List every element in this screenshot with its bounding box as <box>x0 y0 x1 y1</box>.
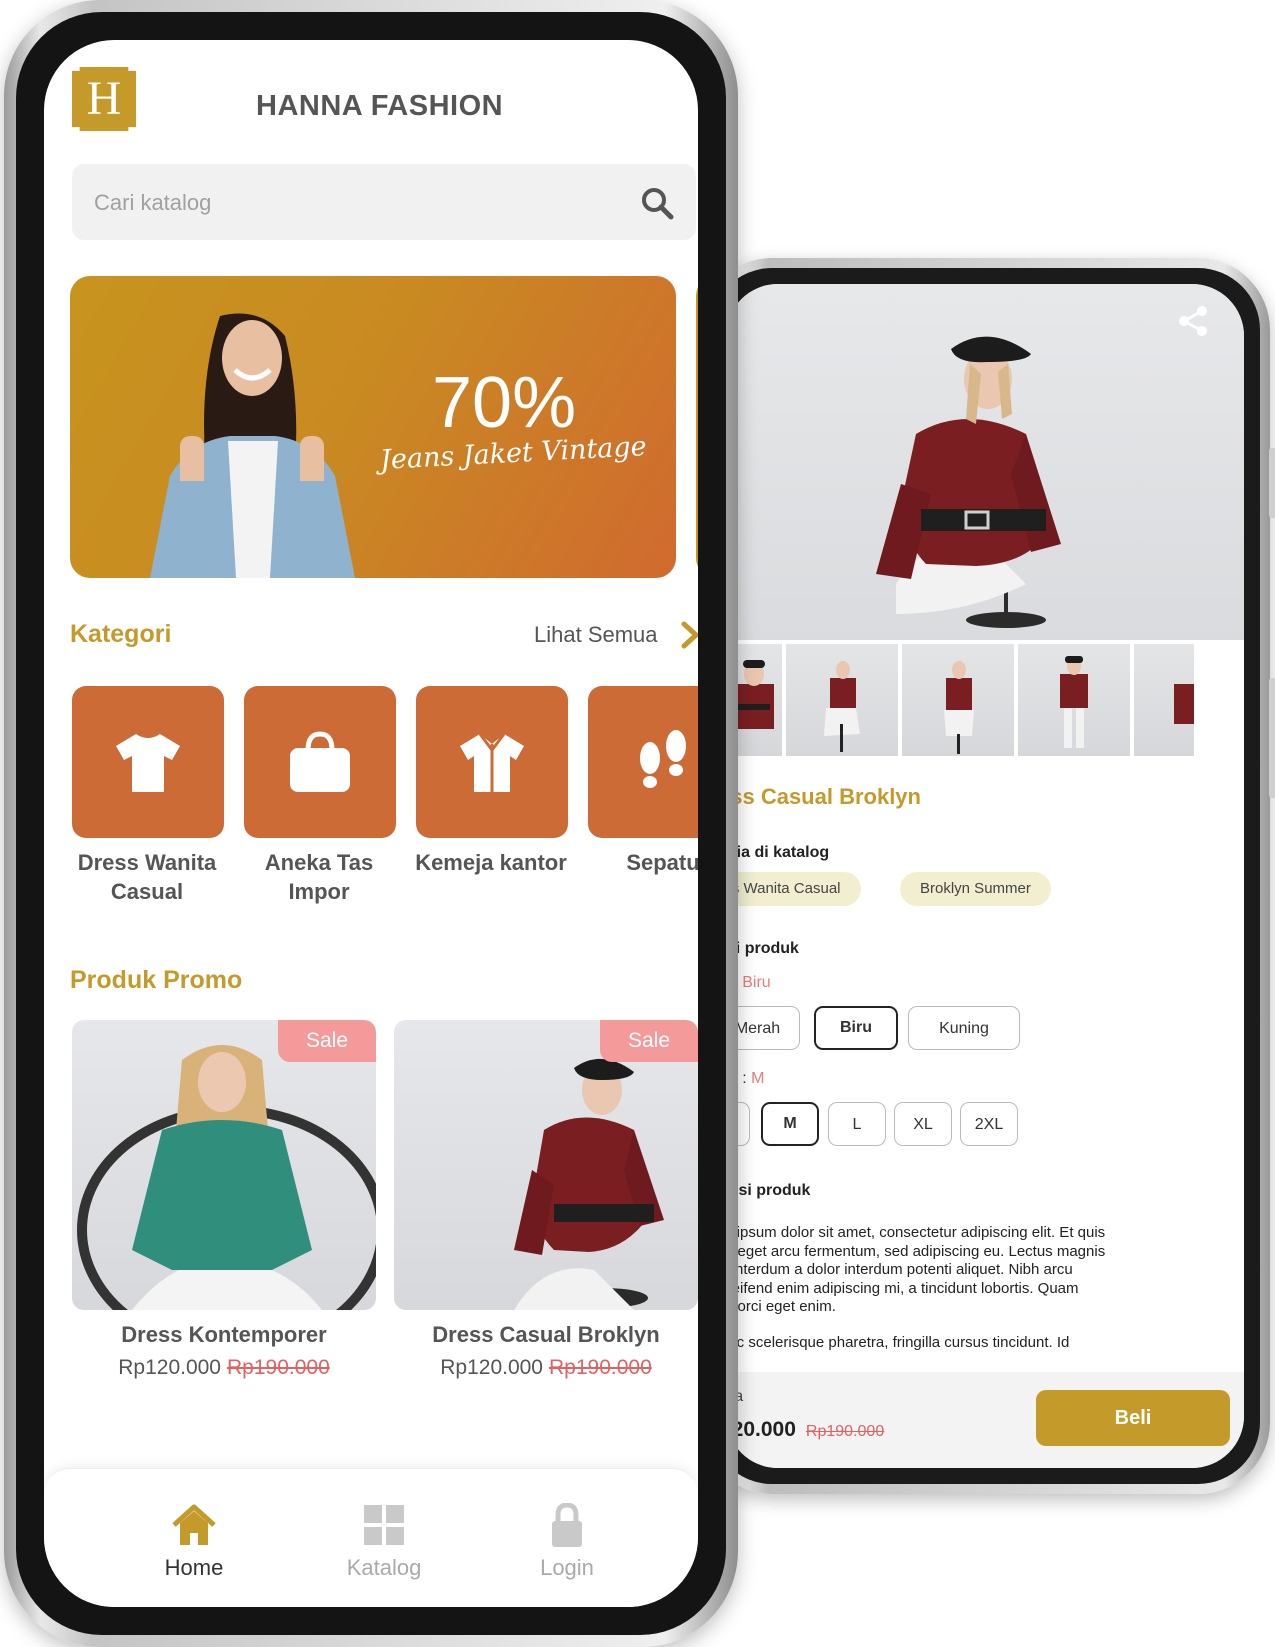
promo-banner[interactable]: 70% Jeans Jaket Vintage <box>70 276 676 578</box>
catalog-label: edia di katalog <box>726 844 830 861</box>
product-price: Rp120.000 Rp190.000 <box>72 1356 376 1380</box>
size-option-xl[interactable]: XL <box>894 1102 952 1146</box>
purchase-bar: rga 120.000Rp190.000 Beli <box>726 1372 1244 1468</box>
product-title: ess Casual Broklyn <box>726 784 921 809</box>
color-option-biru[interactable]: Biru <box>814 1006 898 1050</box>
category-tile-dress[interactable] <box>72 686 224 838</box>
banner-tagline: Jeans Jaket Vintage <box>379 431 648 476</box>
thumbnail[interactable] <box>1134 644 1194 756</box>
home-icon <box>172 1504 216 1545</box>
see-all-link[interactable]: Lihat Semua <box>534 622 658 648</box>
category-tile-shoes[interactable] <box>588 686 698 838</box>
category-tile-bag[interactable] <box>244 686 396 838</box>
old-price: Rp190.000 <box>227 1356 330 1379</box>
category-label[interactable]: Sepatu <box>578 848 698 877</box>
thumbnail[interactable] <box>902 644 1014 756</box>
search-icon[interactable] <box>640 186 674 220</box>
description-line: m ipsum dolor sit amet, consectetur adip… <box>726 1224 1106 1241</box>
price-value: 120.000 Rp190.000 <box>726 1418 884 1442</box>
old-price: Rp190.000 <box>805 1423 885 1440</box>
color-value: Biru <box>742 974 771 991</box>
size-option-l[interactable]: L <box>828 1102 886 1146</box>
product-photo <box>77 1045 376 1310</box>
nav-katalog[interactable]: Katalog <box>324 1503 444 1581</box>
nav-label: Login <box>540 1555 594 1580</box>
grid-icon <box>364 1505 404 1545</box>
description-text: m ipsum dolor sit amet, consectetur adip… <box>726 1224 1160 1317</box>
bag-icon <box>290 731 350 792</box>
sale-badge: Sale <box>600 1020 698 1062</box>
chevron-right-icon[interactable] <box>679 620 698 650</box>
nav-label: Katalog <box>346 1555 422 1580</box>
search-bar[interactable] <box>72 164 696 242</box>
product-main-image <box>726 284 1244 640</box>
detail-screen: ess Casual Broklyn edia di katalog ess W… <box>726 284 1244 1468</box>
thumbnail[interactable] <box>786 644 898 756</box>
promo-title: Produk Promo <box>70 966 243 994</box>
category-label[interactable]: Kemeja kantor <box>406 848 576 877</box>
color-option-kuning[interactable]: Kuning <box>908 1006 1020 1050</box>
catalog-chip[interactable]: Broklyn Summer <box>900 872 1051 906</box>
description-line: s interdum a dolor interdum potenti aliq… <box>726 1261 1073 1278</box>
home-phone-bezel: H HANNA FASHION Cari katalog 70% Jeans J… <box>16 12 726 1635</box>
share-icon[interactable] <box>1176 304 1210 338</box>
detail-phone: ess Casual Broklyn edia di katalog ess W… <box>700 258 1275 1494</box>
home-screen: H HANNA FASHION Cari katalog 70% Jeans J… <box>44 40 698 1607</box>
category-tile-shirt[interactable] <box>416 686 568 838</box>
detail-phone-bezel: ess Casual Broklyn edia di katalog ess W… <box>710 268 1260 1484</box>
product-card[interactable]: Sale Dress Casual Broklyn Rp120.000 Rp190… <box>394 1020 698 1380</box>
product-name[interactable]: Dress Casual Broklyn <box>394 1322 698 1348</box>
nav-label: Home <box>164 1555 224 1580</box>
brand-title: HANNA FASHION <box>256 90 504 122</box>
description-line: eleifend enim adipiscing mi, a tincidunt… <box>726 1279 1079 1297</box>
current-price: Rp120.000 <box>118 1356 221 1379</box>
banner-model-photo <box>150 313 355 578</box>
next-banner-peek[interactable] <box>696 276 698 578</box>
description-line: re eget arcu fermentum, sed adipiscing e… <box>726 1242 1106 1260</box>
product-price: Rp120.000 Rp190.000 <box>394 1356 698 1380</box>
size-value: M <box>751 1070 765 1087</box>
buy-button[interactable]: Beli <box>1036 1390 1230 1446</box>
current-price: Rp120.000 <box>440 1356 543 1379</box>
category-label[interactable]: Aneka Tas Impor <box>234 848 404 906</box>
banner-discount: 70% <box>432 363 577 443</box>
nav-login[interactable]: Login <box>507 1503 627 1581</box>
size-option-2xl[interactable]: 2XL <box>960 1102 1018 1146</box>
bottom-nav: Home Katalog Login <box>44 1468 698 1607</box>
product-card[interactable]: Sale Dress Kontemporer Rp120.000 Rp190.00… <box>72 1020 376 1380</box>
volume-button <box>1269 448 1275 518</box>
old-price: Rp190.000 <box>549 1356 652 1379</box>
category-title: Kategori <box>70 620 172 648</box>
catalog-chip[interactable]: ess Wanita Casual <box>726 872 861 906</box>
product-name[interactable]: Dress Kontemporer <box>72 1322 376 1348</box>
product-photo <box>514 1058 664 1310</box>
lock-icon <box>552 1503 582 1547</box>
model-photo <box>876 336 1061 628</box>
category-label[interactable]: Dress Wanita Casual <box>62 848 232 906</box>
product-image[interactable]: Sale <box>394 1020 698 1310</box>
thumbnail[interactable] <box>1018 644 1130 756</box>
thumbnail-strip[interactable] <box>726 644 1244 756</box>
shirt-icon <box>460 733 524 792</box>
tshirt-icon <box>116 734 180 792</box>
power-button <box>1269 678 1275 798</box>
footprints-icon <box>640 730 686 788</box>
product-image[interactable]: Sale <box>72 1020 376 1310</box>
size-option-m[interactable]: M <box>761 1102 819 1146</box>
description-line: ra orci eget enim. <box>726 1298 836 1315</box>
description-label: ripsi produk <box>726 1182 811 1199</box>
nav-home[interactable]: Home <box>134 1503 254 1581</box>
brand-logo: H <box>72 67 136 131</box>
sale-badge: Sale <box>278 1020 376 1062</box>
description-text-2: nec scelerisque pharetra, fringilla curs… <box>726 1334 1070 1351</box>
search-input[interactable] <box>92 164 616 242</box>
home-phone: H HANNA FASHION Cari katalog 70% Jeans J… <box>4 0 738 1647</box>
